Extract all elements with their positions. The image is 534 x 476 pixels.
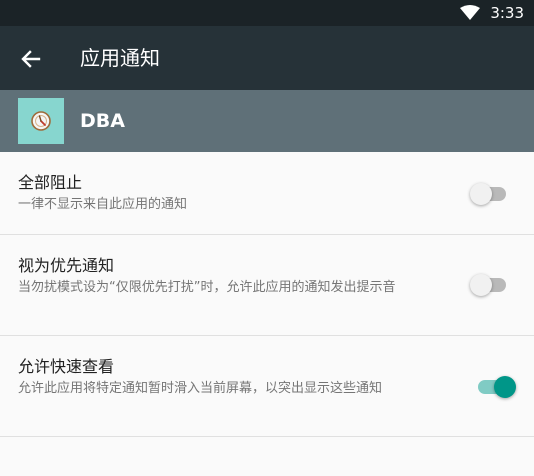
switch-thumb — [494, 376, 516, 398]
page-title: 应用通知 — [80, 46, 160, 70]
arrow-left-icon[interactable] — [18, 46, 44, 72]
switch-thumb — [470, 274, 492, 296]
setting-title: 全部阻止 — [18, 173, 83, 192]
setting-priority[interactable]: 视为优先通知 当勿扰模式设为“仅限优先打扰”时，允许此应用的通知发出提示音 — [0, 235, 534, 336]
wifi-icon — [460, 5, 481, 21]
setting-summary: 当勿扰模式设为“仅限优先打扰”时，允许此应用的通知发出提示音 — [18, 280, 396, 295]
app-header: DBA — [0, 90, 534, 152]
setting-peek[interactable]: 允许快速查看 允许此应用将特定通知暂时滑入当前屏幕，以突出显示这些通知 — [0, 336, 534, 437]
setting-summary: 一律不显示来自此应用的通知 — [18, 197, 188, 212]
setting-title: 视为优先通知 — [18, 256, 115, 275]
setting-summary: 允许此应用将特定通知暂时滑入当前屏幕，以突出显示这些通知 — [18, 381, 383, 396]
setting-block-all[interactable]: 全部阻止 一律不显示来自此应用的通知 — [0, 152, 534, 235]
priority-switch[interactable] — [470, 273, 508, 297]
clock: 3:33 — [490, 4, 524, 22]
app-bar: 应用通知 — [0, 26, 534, 90]
app-name: DBA — [80, 110, 125, 132]
setting-text: 允许快速查看 允许此应用将特定通知暂时滑入当前屏幕，以突出显示这些通知 — [18, 356, 458, 397]
status-bar: 3:33 — [0, 0, 534, 26]
setting-text: 视为优先通知 当勿扰模式设为“仅限优先打扰”时，允许此应用的通知发出提示音 — [18, 255, 458, 296]
switch-thumb — [470, 183, 492, 205]
setting-title: 允许快速查看 — [18, 357, 115, 376]
dba-app-icon — [18, 98, 64, 144]
peek-switch[interactable] — [476, 375, 516, 399]
status-icons: 3:33 — [460, 0, 524, 26]
setting-text: 全部阻止 一律不显示来自此应用的通知 — [18, 172, 458, 213]
block-all-switch[interactable] — [470, 182, 508, 206]
